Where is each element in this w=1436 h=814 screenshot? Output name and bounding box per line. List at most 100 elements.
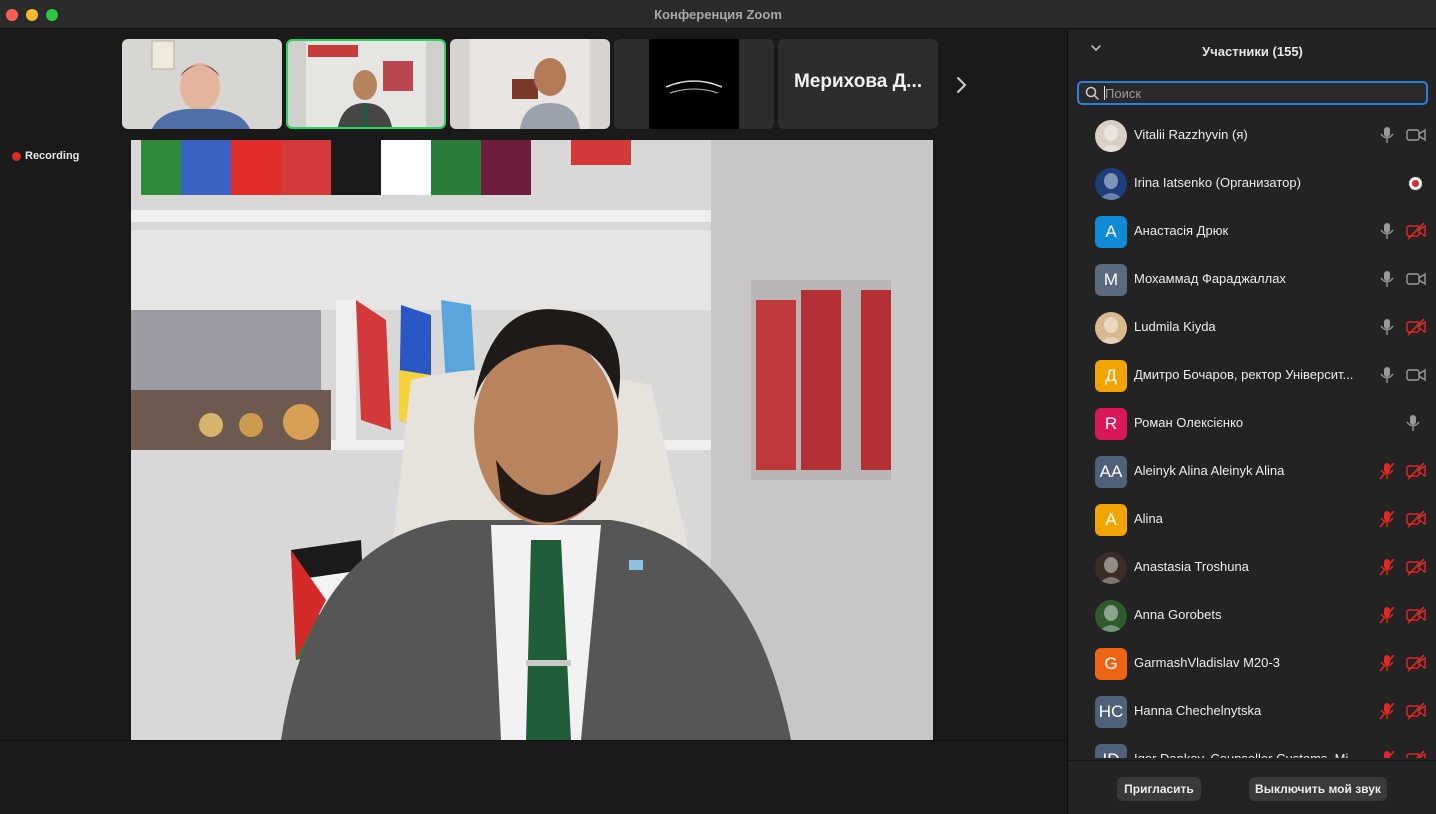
participant-name: Hanna Chechelnytska [1134, 703, 1262, 718]
participant-row[interactable]: Anastasia Troshuna [1068, 544, 1436, 592]
recording-indicator: Recording [12, 150, 79, 162]
recording-label: Recording [25, 150, 80, 162]
meeting-stage: Мерихова Д... Recording [0, 30, 1066, 814]
avatar: A [1095, 504, 1127, 536]
active-speaker-thumbnail[interactable] [286, 39, 446, 129]
participant-row[interactable]: Д Дмитро Бочаров, ректор Університ... [1068, 352, 1436, 400]
participant-row[interactable]: A Alina [1068, 496, 1436, 544]
participant-row[interactable]: Anna Gorobets [1068, 592, 1436, 640]
participant-thumbnail[interactable] [614, 39, 774, 129]
avatar: G [1095, 648, 1127, 680]
participant-video [288, 41, 444, 127]
participant-row[interactable]: M Мохаммад Фараджаллах [1068, 256, 1436, 304]
participant-name: Vitalii Razzhyvin (я) [1134, 127, 1248, 142]
video-camera-icon[interactable] [1406, 126, 1426, 144]
thumbnail-strip: Мерихова Д... [0, 30, 1066, 138]
participant-row[interactable]: Irina Iatsenko (Организатор) [1068, 160, 1436, 208]
participant-search[interactable] [1077, 81, 1428, 105]
video-camera-icon[interactable] [1406, 270, 1426, 288]
participant-row[interactable]: G GarmashVladislav M20-3 [1068, 640, 1436, 688]
avatar: HC [1095, 696, 1127, 728]
avatar: R [1095, 408, 1127, 440]
participant-row[interactable]: Ludmila Kiyda [1068, 304, 1436, 352]
microphone-icon[interactable] [1379, 318, 1395, 336]
participant-name: Igor Dankov, Counseller Customs, Mi... [1134, 751, 1374, 758]
avatar: ID [1095, 744, 1127, 758]
participant-row[interactable]: ID Igor Dankov, Counseller Customs, Mi... [1068, 736, 1436, 758]
recording-dot-icon [12, 151, 21, 161]
video-camera-off-icon[interactable] [1406, 654, 1426, 672]
video-camera-icon[interactable] [1406, 366, 1426, 384]
participant-row[interactable]: A Анастасія Дрюк [1068, 208, 1436, 256]
participant-video [450, 39, 610, 129]
microphone-muted-icon[interactable] [1379, 654, 1395, 672]
participant-name: GarmashVladislav M20-3 [1134, 655, 1280, 670]
participant-name: Ludmila Kiyda [1134, 319, 1216, 334]
main-speaker-video [131, 140, 933, 740]
meeting-controls-area [0, 740, 1066, 814]
avatar: AA [1095, 456, 1127, 488]
video-camera-off-icon[interactable] [1406, 702, 1426, 720]
avatar [1095, 120, 1127, 152]
search-input[interactable] [1105, 84, 1423, 102]
avatar [1095, 600, 1127, 632]
video-camera-off-icon[interactable] [1406, 606, 1426, 624]
microphone-muted-icon[interactable] [1379, 702, 1395, 720]
invite-button[interactable]: Пригласить [1117, 777, 1201, 801]
panel-title: Участники (155) [1202, 44, 1303, 59]
video-camera-off-icon[interactable] [1406, 318, 1426, 336]
microphone-icon[interactable] [1405, 414, 1421, 432]
participant-name: Мохаммад Фараджаллах [1134, 271, 1286, 286]
microphone-muted-icon[interactable] [1379, 750, 1395, 758]
avatar: A [1095, 216, 1127, 248]
participant-name: Alina [1134, 511, 1163, 526]
participant-row[interactable]: HC Hanna Chechelnytska [1068, 688, 1436, 736]
microphone-icon[interactable] [1379, 366, 1395, 384]
title-bar: Конференция Zoom [0, 0, 1436, 29]
participant-name: Aleinyk Alina Aleinyk Alina [1134, 463, 1285, 478]
participant-row[interactable]: Vitalii Razzhyvin (я) [1068, 112, 1436, 160]
participant-thumbnail[interactable] [122, 39, 282, 129]
video-camera-off-icon[interactable] [1406, 462, 1426, 480]
window-title: Конференция Zoom [654, 7, 782, 22]
panel-header: Участники (155) [1068, 30, 1436, 74]
participant-name: Irina Iatsenko (Организатор) [1134, 175, 1301, 190]
participant-thumbnail[interactable] [450, 39, 610, 129]
video-camera-off-icon[interactable] [1406, 222, 1426, 240]
participant-name: Anna Gorobets [1134, 607, 1222, 622]
chevron-right-icon [957, 77, 967, 93]
participant-video [614, 39, 774, 129]
microphone-icon[interactable] [1379, 126, 1395, 144]
avatar: Д [1095, 360, 1127, 392]
microphone-icon[interactable] [1379, 222, 1395, 240]
participant-name: Anastasia Troshuna [1134, 559, 1249, 574]
microphone-icon[interactable] [1379, 270, 1395, 288]
participant-thumbnail[interactable]: Мерихова Д... [778, 39, 938, 129]
search-icon [1085, 86, 1099, 100]
mute-me-button[interactable]: Выключить мой звук [1249, 777, 1387, 801]
participant-name: Анастасія Дрюк [1134, 223, 1229, 238]
microphone-muted-icon[interactable] [1379, 606, 1395, 624]
participant-name: Роман Олексієнко [1134, 415, 1244, 430]
microphone-muted-icon[interactable] [1379, 510, 1395, 528]
participant-video [122, 39, 282, 129]
participant-name: Дмитро Бочаров, ректор Університ... [1134, 367, 1354, 382]
participant-row[interactable]: AA Aleinyk Alina Aleinyk Alina [1068, 448, 1436, 496]
video-camera-off-icon[interactable] [1406, 510, 1426, 528]
panel-footer: Пригласить Выключить мой звук [1068, 760, 1436, 814]
avatar [1095, 168, 1127, 200]
participant-list: Vitalii Razzhyvin (я) Irina Iatsenko (Орг… [1068, 112, 1436, 758]
next-page-button[interactable] [950, 70, 972, 100]
participants-panel: Участники (155) Vitalii Razzhyvin (я) Iri… [1067, 30, 1436, 814]
speaker-video-frame [131, 140, 933, 740]
avatar [1095, 312, 1127, 344]
participant-row[interactable]: R Роман Олексієнко [1068, 400, 1436, 448]
thumbnail-name: Мерихова Д... [793, 71, 923, 92]
video-camera-off-icon[interactable] [1406, 750, 1426, 758]
microphone-muted-icon[interactable] [1379, 558, 1395, 576]
recording-status-icon [1409, 177, 1422, 190]
avatar [1095, 552, 1127, 584]
microphone-muted-icon[interactable] [1379, 462, 1395, 480]
video-camera-off-icon[interactable] [1406, 558, 1426, 576]
avatar: M [1095, 264, 1127, 296]
